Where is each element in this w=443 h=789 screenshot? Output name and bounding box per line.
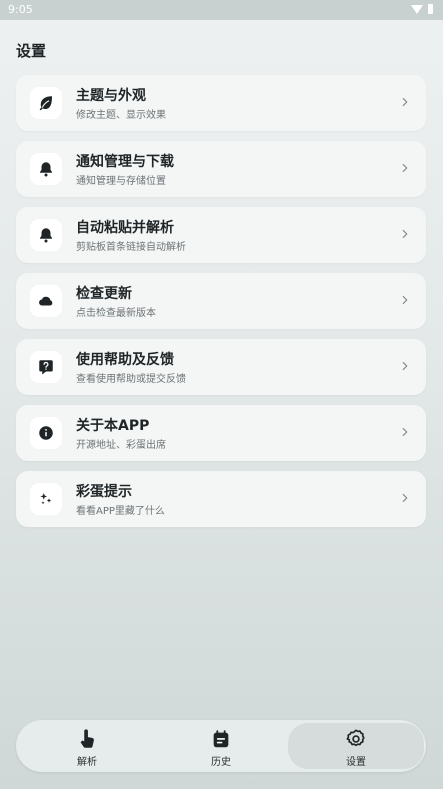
nav-tab-settings[interactable]: 设置 <box>288 723 424 769</box>
leaf-icon <box>30 87 62 119</box>
tap-hand-icon <box>80 729 94 748</box>
status-bar: 9:05 <box>0 0 443 20</box>
settings-list: 主题与外观 修改主题、显示效果 通知管理与下载 通知管理与存储位置 自动粘贴并解… <box>16 75 426 537</box>
settings-item-subtitle: 开源地址、彩蛋出席 <box>76 440 166 451</box>
gear-icon <box>346 729 365 747</box>
settings-item-subtitle: 看看APP里藏了什么 <box>76 506 165 517</box>
chevron-right-icon <box>402 97 408 107</box>
nav-label: 历史 <box>211 757 231 768</box>
settings-item-help[interactable]: 使用帮助及反馈 查看使用帮助或提交反馈 <box>16 339 426 395</box>
help-chat-icon <box>30 351 62 383</box>
settings-item-about[interactable]: 关于本APP 开源地址、彩蛋出席 <box>16 405 426 461</box>
info-icon <box>30 417 62 449</box>
settings-item-update[interactable]: 检查更新 点击检查最新版本 <box>16 273 426 329</box>
status-icons <box>411 4 433 14</box>
nav-label: 设置 <box>346 757 366 768</box>
settings-item-subtitle: 修改主题、显示效果 <box>76 110 166 121</box>
chevron-right-icon <box>402 493 408 503</box>
nav-tab-parse[interactable]: 解析 <box>19 720 155 772</box>
cloud-icon <box>30 285 62 317</box>
status-time: 9:05 <box>8 3 33 16</box>
settings-item-title: 使用帮助及反馈 <box>76 352 174 368</box>
settings-item-title: 检查更新 <box>76 286 132 302</box>
nav-tab-history[interactable]: 历史 <box>153 720 289 772</box>
settings-item-title: 彩蛋提示 <box>76 484 132 500</box>
sparkles-icon <box>30 483 62 515</box>
chevron-right-icon <box>402 229 408 239</box>
wifi-icon <box>411 4 423 14</box>
nav-label: 解析 <box>77 757 97 768</box>
settings-item-title: 关于本APP <box>76 418 150 434</box>
settings-item-subtitle: 点击检查最新版本 <box>76 308 156 319</box>
settings-item-title: 通知管理与下载 <box>76 154 174 170</box>
page-title: 设置 <box>16 42 47 60</box>
bell-icon <box>30 153 62 185</box>
chevron-right-icon <box>402 427 408 437</box>
settings-item-subtitle: 通知管理与存储位置 <box>76 176 166 187</box>
settings-item-paste[interactable]: 自动粘贴并解析 剪贴板首条链接自动解析 <box>16 207 426 263</box>
settings-item-subtitle: 剪贴板首条链接自动解析 <box>76 242 186 253</box>
settings-item-subtitle: 查看使用帮助或提交反馈 <box>76 374 186 385</box>
bell-icon <box>30 219 62 251</box>
settings-item-theme[interactable]: 主题与外观 修改主题、显示效果 <box>16 75 426 131</box>
settings-item-title: 自动粘贴并解析 <box>76 220 174 236</box>
bottom-navigation: 解析 历史 设置 <box>16 720 426 772</box>
settings-item-easter[interactable]: 彩蛋提示 看看APP里藏了什么 <box>16 471 426 527</box>
settings-item-title: 主题与外观 <box>76 88 146 104</box>
chevron-right-icon <box>402 295 408 305</box>
settings-item-notify[interactable]: 通知管理与下载 通知管理与存储位置 <box>16 141 426 197</box>
chevron-right-icon <box>402 163 408 173</box>
chevron-right-icon <box>402 361 408 371</box>
calendar-note-icon <box>213 730 229 748</box>
battery-icon <box>428 4 433 14</box>
